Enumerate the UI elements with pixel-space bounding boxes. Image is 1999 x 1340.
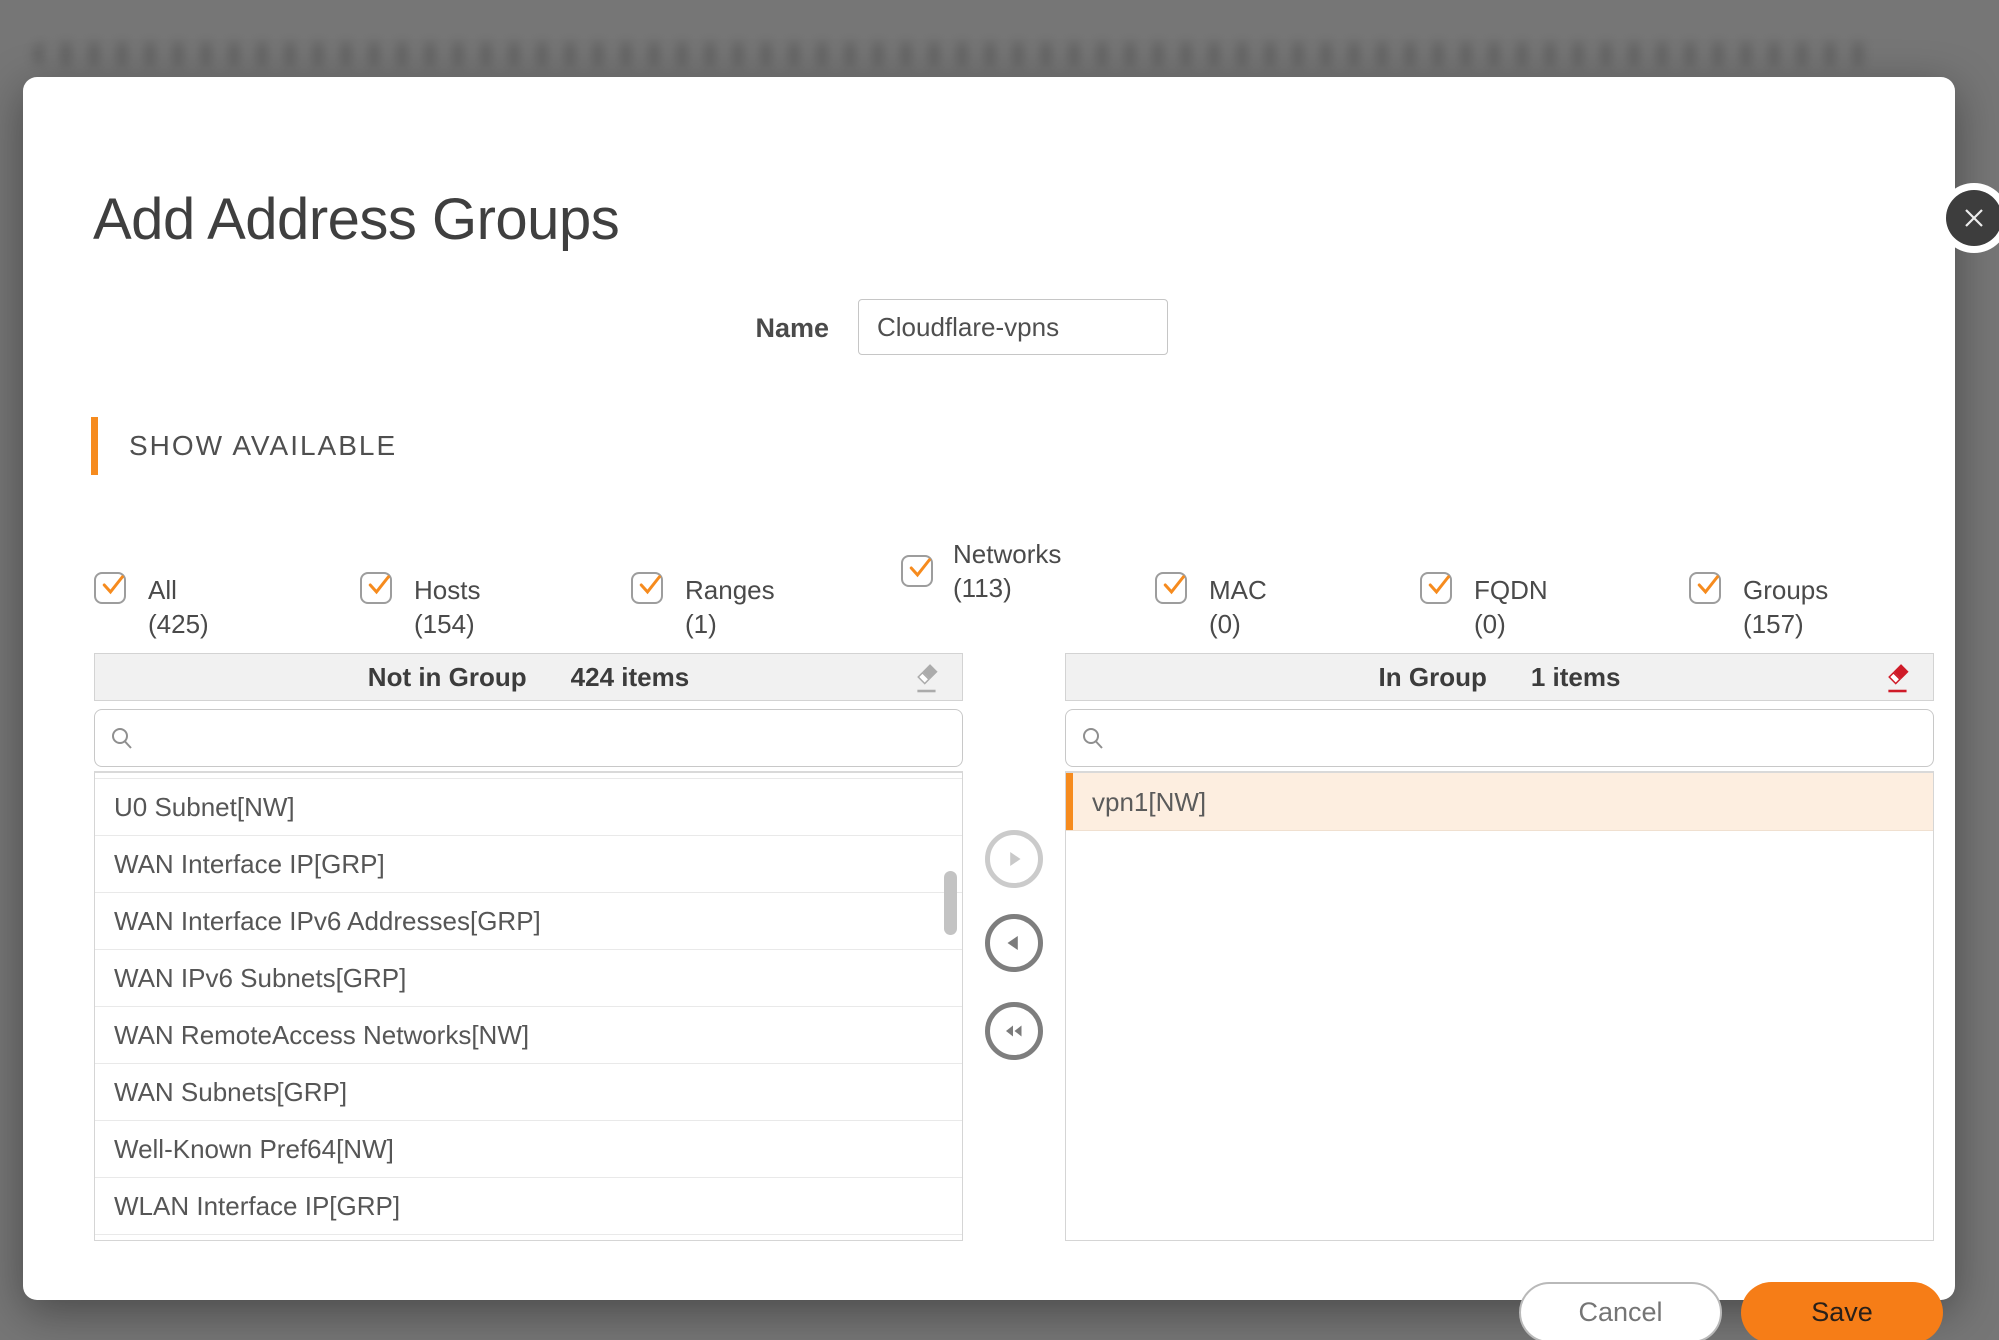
- cancel-button[interactable]: Cancel: [1519, 1282, 1722, 1340]
- check-icon: [364, 570, 394, 600]
- list-item[interactable]: U0 Subnet[NW]: [95, 779, 962, 836]
- check-icon: [905, 553, 935, 583]
- background-artifact-band: [32, 42, 1878, 66]
- not-in-group-title: Not in Group: [368, 662, 527, 693]
- search-icon: [109, 725, 137, 758]
- in-group-header: In Group 1 items: [1065, 653, 1934, 701]
- section-title: SHOW AVAILABLE: [129, 430, 397, 462]
- in-group-title: In Group: [1379, 662, 1487, 693]
- add-address-groups-dialog: Add Address Groups Name SHOW AVAILABLE A…: [23, 77, 1955, 1300]
- list-item[interactable]: Well-Known Pref64[NW]: [95, 1121, 962, 1178]
- list-item[interactable]: WAN Subnets[GRP]: [95, 1064, 962, 1121]
- arrow-right-icon: [1001, 846, 1027, 872]
- filter-label[interactable]: Ranges (1): [685, 573, 775, 641]
- list-item[interactable]: WLAN Interface IP[GRP]: [95, 1178, 962, 1235]
- search-icon: [1080, 725, 1108, 758]
- in-group-search-input[interactable]: [1118, 710, 1918, 766]
- selected-list-item[interactable]: vpn1[NW]: [1066, 773, 1933, 831]
- not-in-group-count: 424 items: [571, 662, 690, 693]
- save-button[interactable]: Save: [1741, 1282, 1943, 1340]
- filter-label[interactable]: Groups (157): [1743, 573, 1828, 641]
- check-icon: [1159, 570, 1189, 600]
- not-in-group-search: [94, 709, 963, 767]
- screen: { "modal": { "title": "Add Address Group…: [0, 0, 1999, 1340]
- filter-label[interactable]: All (425): [148, 573, 209, 641]
- checkbox-ranges[interactable]: [631, 572, 663, 604]
- not-in-group-header: Not in Group 424 items: [94, 653, 963, 701]
- list-item[interactable]: WAN Interface IPv6 Addresses[GRP]: [95, 893, 962, 950]
- in-group-search: [1065, 709, 1934, 767]
- not-in-group-list: U0 Subnet[NW] WAN Interface IP[GRP] WAN …: [94, 771, 963, 1241]
- name-input[interactable]: [858, 299, 1168, 355]
- filter-label[interactable]: MAC (0): [1209, 573, 1267, 641]
- double-arrow-left-icon: [1000, 1018, 1028, 1044]
- checkbox-groups[interactable]: [1689, 572, 1721, 604]
- section-accent-bar: [91, 417, 98, 475]
- move-to-group-button[interactable]: [985, 830, 1043, 888]
- close-button[interactable]: [1946, 190, 1999, 246]
- filter-label[interactable]: Networks (113): [953, 537, 1061, 605]
- check-icon: [1693, 570, 1723, 600]
- filter-label[interactable]: FQDN (0): [1474, 573, 1548, 641]
- checkbox-networks[interactable]: [901, 555, 933, 587]
- in-group-count: 1 items: [1531, 662, 1621, 693]
- clear-group-icon[interactable]: [1883, 663, 1913, 694]
- check-icon: [635, 570, 665, 600]
- name-label: Name: [713, 313, 829, 344]
- checkbox-mac[interactable]: [1155, 572, 1187, 604]
- checkbox-fqdn[interactable]: [1420, 572, 1452, 604]
- check-icon: [98, 570, 128, 600]
- list-item[interactable]: WAN Interface IP[GRP]: [95, 836, 962, 893]
- remove-from-group-button[interactable]: [985, 914, 1043, 972]
- list-item[interactable]: WAN IPv6 Subnets[GRP]: [95, 950, 962, 1007]
- clear-selection-icon[interactable]: [912, 663, 942, 694]
- arrow-left-icon: [1001, 930, 1027, 956]
- dialog-title: Add Address Groups: [93, 189, 619, 251]
- list-item[interactable]: WAN RemoteAccess Networks[NW]: [95, 1007, 962, 1064]
- not-in-group-search-input[interactable]: [147, 710, 947, 766]
- filter-label[interactable]: Hosts (154): [414, 573, 480, 641]
- remove-all-from-group-button[interactable]: [985, 1002, 1043, 1060]
- close-icon: [1961, 205, 1987, 231]
- check-icon: [1424, 570, 1454, 600]
- checkbox-all[interactable]: [94, 572, 126, 604]
- vertical-scrollbar[interactable]: [944, 871, 957, 935]
- checkbox-hosts[interactable]: [360, 572, 392, 604]
- in-group-list: vpn1[NW]: [1065, 771, 1934, 1241]
